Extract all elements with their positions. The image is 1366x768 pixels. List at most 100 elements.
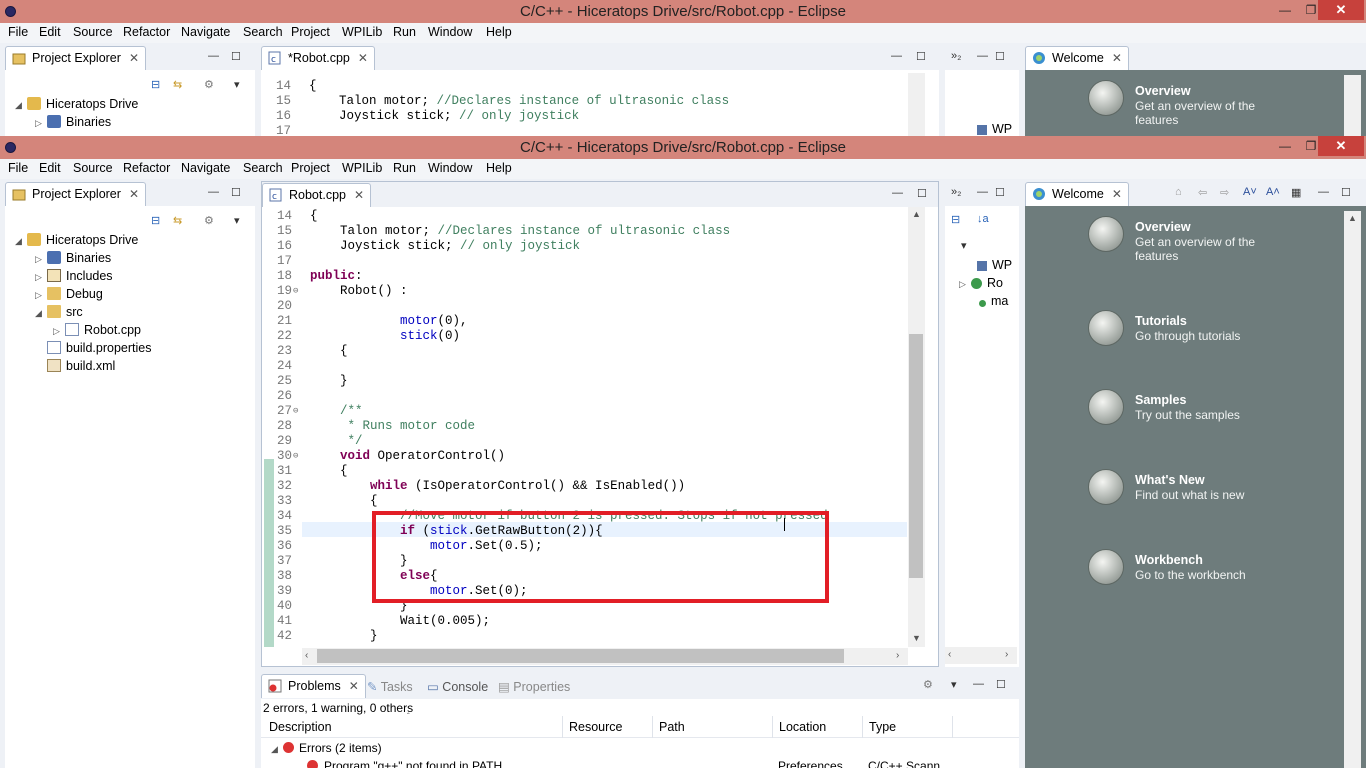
tab-properties[interactable]: ▤ Properties [498,679,570,694]
minimize-view-icon[interactable]: — [1318,186,1329,198]
minimize-view-icon[interactable]: — [973,678,984,690]
view-menu-icon[interactable]: ⚙ [204,214,214,227]
tab-welcome-back[interactable]: Welcome ✕ [1025,46,1129,70]
maximize-view-icon[interactable]: ☐ [917,187,927,200]
editor-scrollbar-back[interactable] [908,73,925,136]
close-tab-icon[interactable]: ✕ [129,51,139,65]
customize-icon[interactable]: ▦ [1291,186,1301,199]
home-icon[interactable]: ⌂ [1175,186,1182,198]
welcome-overview[interactable]: Overview Get an overview of the features [1088,216,1285,263]
tree-item-project[interactable]: ◢ Hiceratops Drive [15,97,138,115]
tree-item-build-xml[interactable]: build.xml [35,359,115,377]
scroll-right-icon[interactable]: › [896,650,899,661]
close-button[interactable]: ✕ [1318,136,1364,156]
menu-project[interactable]: Project [291,161,330,175]
tree-item-binaries[interactable]: ▷ Binaries [35,251,111,269]
tab-problems[interactable]: Problems ✕ [261,674,366,698]
outline-horizontal-scrollbar[interactable]: ‹ › [945,647,1017,664]
column-type[interactable]: Type [869,720,896,734]
scroll-up-icon[interactable]: ▲ [1348,213,1357,223]
tab-console[interactable]: ▭ Console [427,679,488,694]
menu-source[interactable]: Source [73,25,113,39]
view-menu-icon[interactable]: ⚙ [923,678,933,691]
tree-item-debug[interactable]: ▷ Debug [35,287,103,305]
scroll-left-icon[interactable]: ‹ [948,649,951,660]
collapse-icon[interactable]: ◢ [35,308,47,319]
horizontal-scroll-thumb[interactable] [317,649,844,663]
collapse-icon[interactable]: ◢ [271,744,283,755]
maximize-view-icon[interactable]: ☐ [1341,186,1351,199]
menu-edit[interactable]: Edit [39,25,61,39]
menu-window[interactable]: Window [428,161,472,175]
more-views-icon[interactable]: »₂ [951,50,961,62]
close-button[interactable]: ✕ [1318,0,1364,20]
editor-vertical-scrollbar[interactable]: ▲ ▼ [908,207,925,647]
menu-wpilib[interactable]: WPILib [342,161,382,175]
more-views-icon[interactable]: »₂ [951,186,961,198]
minimize-view-icon[interactable]: — [892,187,903,199]
welcome-workbench[interactable]: Workbench Go to the workbench [1088,549,1285,585]
back-icon[interactable]: ⇦ [1198,186,1207,199]
tree-item-includes[interactable]: ▷ Includes [35,269,113,287]
expand-icon[interactable]: ▷ [35,254,47,265]
sort-icon[interactable]: ↓a [977,213,989,225]
minimize-button[interactable]: — [1272,136,1298,156]
close-tab-icon[interactable]: ✕ [349,679,359,693]
close-tab-icon[interactable]: ✕ [354,188,364,202]
welcome-whats-new[interactable]: What's New Find out what is new [1088,469,1285,505]
tree-item-build-properties[interactable]: build.properties [35,341,151,359]
fold-toggle-icon[interactable]: ⊖ [293,406,298,416]
menu-source[interactable]: Source [73,161,113,175]
maximize-view-icon[interactable]: ☐ [995,186,1005,199]
maximize-view-icon[interactable]: ☐ [231,50,241,63]
menu-file[interactable]: File [8,25,28,39]
menu-search[interactable]: Search [243,161,283,175]
welcome-overview-back[interactable]: Overview Get an overview of the features [1088,80,1285,127]
menu-window[interactable]: Window [428,25,472,39]
collapse-icon[interactable]: ◢ [15,236,27,247]
welcome-samples[interactable]: Samples Try out the samples [1088,389,1285,425]
expand-icon[interactable]: ▷ [35,290,47,301]
link-editor-icon[interactable]: ⇆ [173,78,182,91]
menu-help[interactable]: Help [486,25,512,39]
menu-navigate[interactable]: Navigate [181,161,230,175]
outline-item[interactable]: ▷ Ro [959,276,1003,294]
menu-refactor[interactable]: Refactor [123,25,170,39]
outline-item[interactable]: WP [977,122,1012,136]
column-resource[interactable]: Resource [569,720,623,734]
view-menu-icon[interactable]: ⚙ [204,78,214,91]
scroll-left-icon[interactable]: ‹ [305,650,308,661]
fold-toggle-icon[interactable]: ⊖ [293,286,298,296]
tab-tasks[interactable]: ✎ Tasks [367,679,413,694]
expand-icon[interactable]: ▷ [959,279,971,290]
expand-icon[interactable]: ▷ [35,272,47,283]
scroll-up-icon[interactable]: ▲ [912,209,921,219]
expand-icon[interactable]: ▷ [53,326,65,337]
close-tab-icon[interactable]: ✕ [1112,187,1122,201]
chevron-down-icon[interactable]: ▾ [961,239,967,252]
minimize-view-icon[interactable]: — [977,50,988,62]
collapse-all-icon[interactable]: ⊟ [151,214,160,227]
chevron-down-icon[interactable]: ▾ [234,214,240,227]
menu-refactor[interactable]: Refactor [123,161,170,175]
font-smaller-icon[interactable]: A˅ [1243,186,1257,198]
forward-icon[interactable]: ⇨ [1220,186,1229,199]
outline-item[interactable]: ma [977,294,1008,312]
maximize-view-icon[interactable]: ☐ [996,678,1006,691]
menu-help[interactable]: Help [486,161,512,175]
menu-edit[interactable]: Edit [39,161,61,175]
minimize-view-icon[interactable]: — [977,186,988,198]
tab-robot-cpp[interactable]: c Robot.cpp ✕ [262,183,372,207]
errors-group[interactable]: ◢ Errors (2 items) [271,741,382,759]
minimize-view-icon[interactable]: — [891,50,902,62]
menu-run[interactable]: Run [393,161,416,175]
expand-icon[interactable]: ▷ [35,118,47,129]
chevron-down-icon[interactable]: ▾ [234,78,240,91]
editor-horizontal-scrollbar[interactable]: ‹ › [302,648,908,665]
menu-wpilib[interactable]: WPILib [342,25,382,39]
minimize-button[interactable]: — [1272,0,1298,20]
maximize-view-icon[interactable]: ☐ [231,186,241,199]
collapse-all-icon[interactable]: ⊟ [951,213,960,226]
menu-file[interactable]: File [8,161,28,175]
minimize-view-icon[interactable]: — [208,50,219,62]
